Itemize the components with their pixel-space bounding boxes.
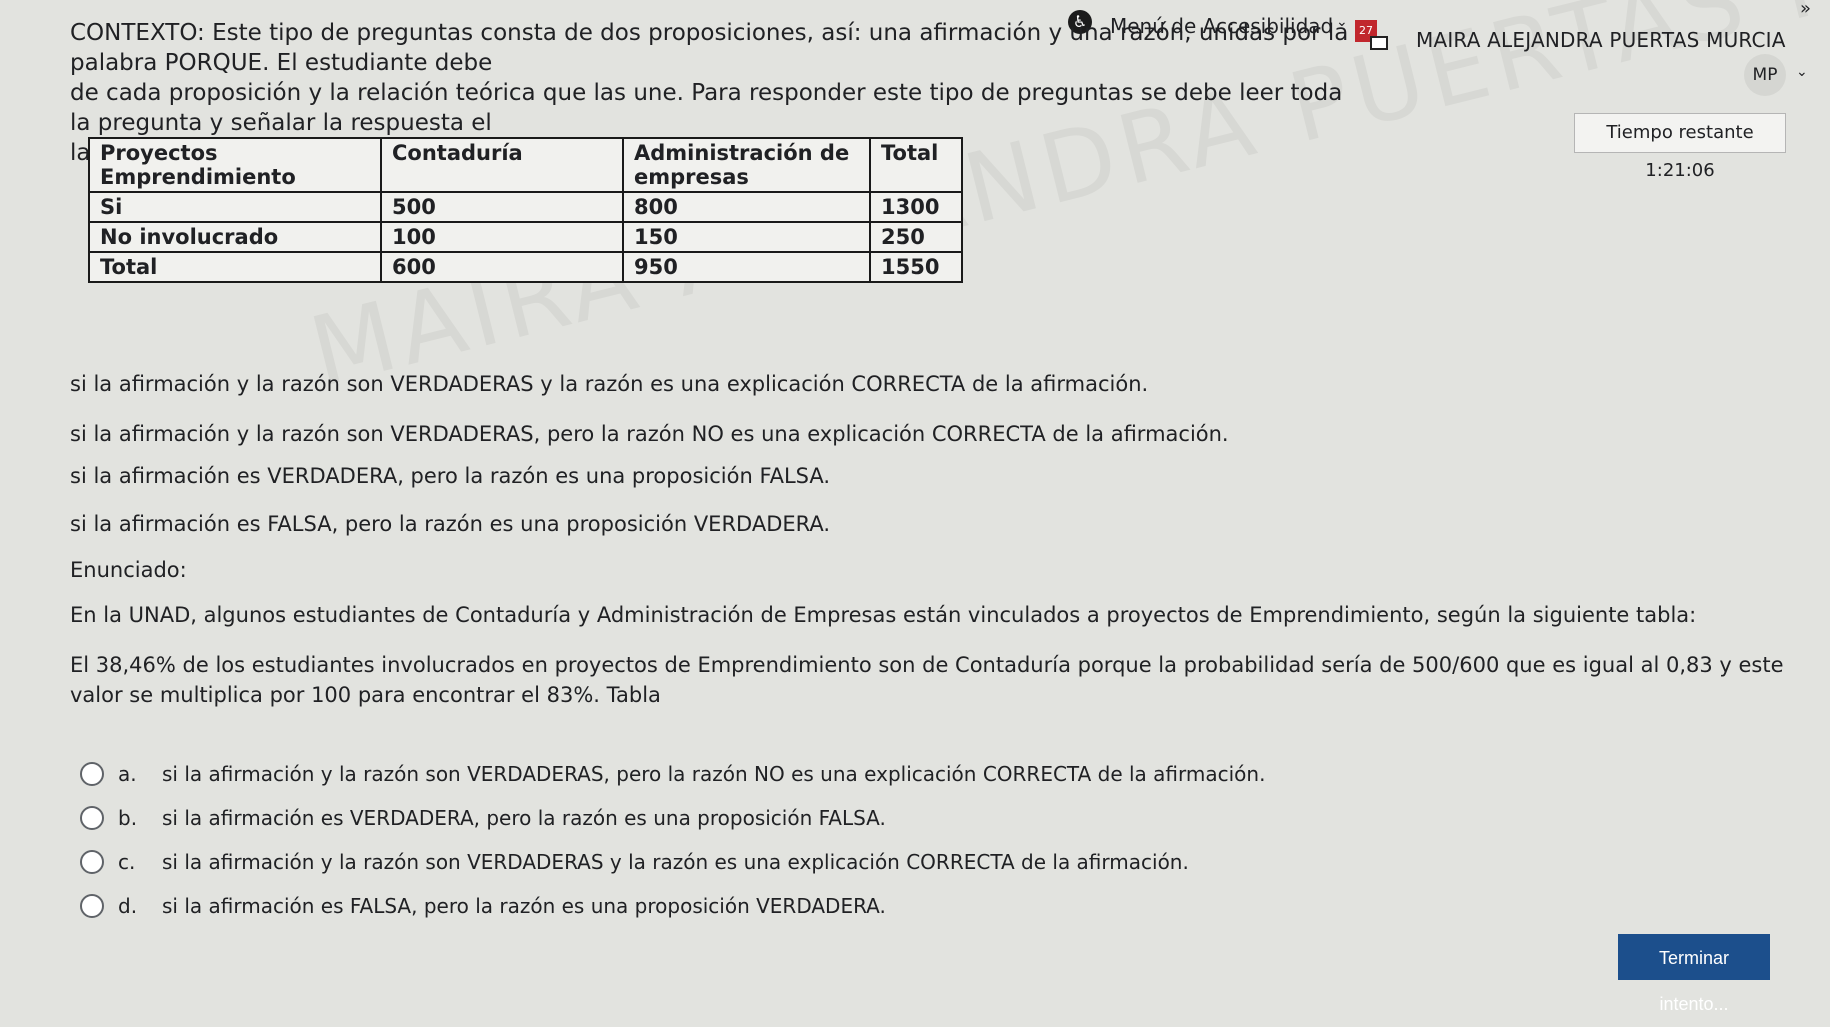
table-cell: 500 [380, 191, 624, 223]
enunciado-label: Enunciado: [70, 558, 187, 582]
radio-button[interactable] [80, 806, 104, 830]
table-cell: 950 [622, 251, 871, 283]
radio-button[interactable] [80, 850, 104, 874]
table-cell: 800 [622, 191, 871, 223]
user-name[interactable]: MAIRA ALEJANDRA PUERTAS MURCIA [1416, 28, 1786, 52]
table-cell: Total [88, 251, 382, 283]
option-letter: c. [118, 850, 136, 874]
option-text[interactable]: si la afirmación y la razón son VERDADER… [162, 762, 1265, 786]
table-cell: 1550 [869, 251, 963, 283]
radio-button[interactable] [80, 894, 104, 918]
table-cell: 600 [380, 251, 624, 283]
chevron-double-right-icon[interactable]: » [1800, 0, 1811, 19]
option-c[interactable]: c. si la afirmación y la razón son VERDA… [80, 840, 1265, 884]
option-a[interactable]: a. si la afirmación y la razón son VERDA… [80, 752, 1265, 796]
table-header-row: Proyectos Emprendimiento Contaduría Admi… [88, 137, 963, 193]
table-row: Si 500 800 1300 [88, 191, 963, 223]
table-cell: 100 [380, 221, 624, 253]
finish-attempt-button[interactable]: Terminar intento... [1618, 934, 1770, 1014]
instruction-d: si la afirmación es FALSA, pero la razón… [70, 512, 831, 536]
table-header: Administración de empresas [622, 137, 871, 193]
enunciado-body: En la UNAD, algunos estudiantes de Conta… [70, 600, 1810, 730]
time-remaining: Tiempo restante 1:21:06 [1574, 113, 1786, 181]
option-letter: a. [118, 762, 137, 786]
option-letter: d. [118, 894, 138, 918]
option-text[interactable]: si la afirmación es FALSA, pero la razón… [162, 894, 886, 918]
table-row: No involucrado 100 150 250 [88, 221, 963, 253]
option-b[interactable]: b. si la afirmación es VERDADERA, pero l… [80, 796, 1265, 840]
table-header: Proyectos Emprendimiento [88, 137, 382, 193]
table-cell: Si [88, 191, 382, 223]
instruction-c: si la afirmación es VERDADERA, pero la r… [70, 464, 831, 488]
radio-button[interactable] [80, 762, 104, 786]
table-cell: 150 [622, 221, 871, 253]
context-line: de cada proposición y la relación teóric… [70, 80, 1343, 136]
table-header: Contaduría [380, 137, 624, 193]
avatar[interactable]: MP [1744, 54, 1786, 96]
option-text[interactable]: si la afirmación es VERDADERA, pero la r… [162, 806, 886, 830]
enunciado-paragraph: El 38,46% de los estudiantes involucrado… [70, 653, 1784, 707]
table-cell: 1300 [869, 191, 963, 223]
context-line: CONTEXTO: Este tipo de preguntas consta … [70, 20, 1349, 76]
table-row: Total 600 950 1550 [88, 251, 963, 283]
option-letter: b. [118, 806, 138, 830]
answer-options: a. si la afirmación y la razón son VERDA… [80, 752, 1265, 928]
option-text[interactable]: si la afirmación y la razón son VERDADER… [162, 850, 1189, 874]
instruction-b: si la afirmación y la razón son VERDADER… [70, 422, 1229, 446]
user-menu-chevron-icon[interactable]: ⌄ [1796, 64, 1808, 80]
table-header: Total [869, 137, 963, 193]
table-cell: No involucrado [88, 221, 382, 253]
table-cell: 250 [869, 221, 963, 253]
instruction-a: si la afirmación y la razón son VERDADER… [70, 372, 1149, 396]
emprendimiento-table: Proyectos Emprendimiento Contaduría Admi… [88, 137, 963, 283]
enunciado-paragraph: En la UNAD, algunos estudiantes de Conta… [70, 603, 1697, 627]
option-d[interactable]: d. si la afirmación es FALSA, pero la ra… [80, 884, 1265, 928]
